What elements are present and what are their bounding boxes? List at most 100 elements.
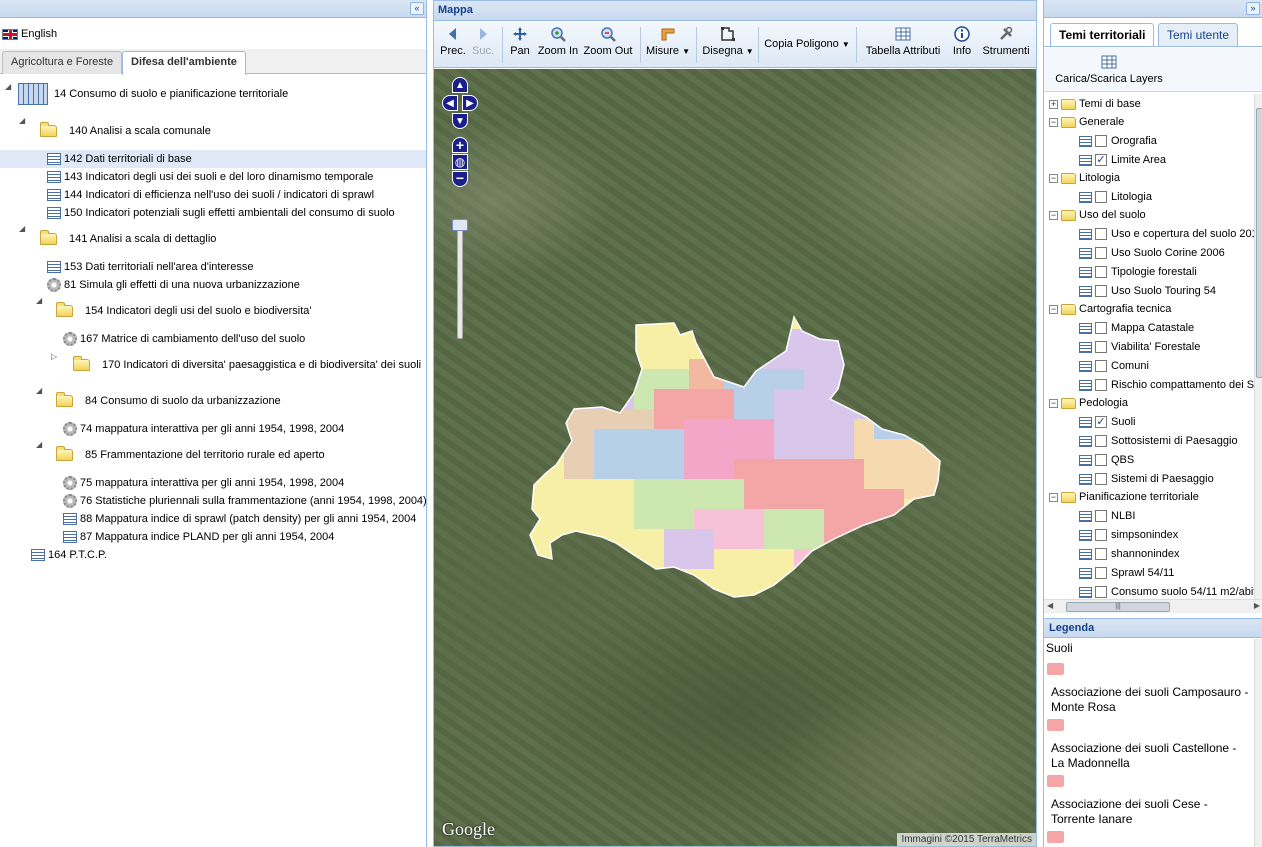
- load-layers-button[interactable]: Carica/Scarica Layers: [1050, 52, 1168, 94]
- pan-south-button[interactable]: ▼: [452, 113, 468, 129]
- layer-litologia[interactable]: Litologia: [1079, 188, 1152, 206]
- layer-checkbox[interactable]: [1095, 567, 1107, 579]
- scroll-left-icon[interactable]: ◀: [1047, 601, 1053, 610]
- layer-group-pedologia[interactable]: − Pedologia: [1049, 394, 1128, 412]
- layer-group-litologia[interactable]: − Litologia: [1049, 169, 1120, 187]
- layer-group-uso-del-suolo[interactable]: − Uso del suolo: [1049, 206, 1146, 224]
- zoom-out-button[interactable]: Zoom Out: [582, 24, 634, 66]
- tree-node-74[interactable]: 74 mappatura interattiva per gli anni 19…: [63, 420, 344, 438]
- pan-west-button[interactable]: ◀: [442, 95, 458, 111]
- expanded-arrow-icon[interactable]: ◢: [36, 296, 42, 305]
- tree-node-76[interactable]: 76 Statistiche pluriennali sulla frammen…: [63, 492, 427, 510]
- layer-nlbi[interactable]: NLBI: [1079, 507, 1135, 525]
- tree-node-164[interactable]: 164 P.T.C.P.: [31, 546, 107, 564]
- layer-comuni[interactable]: Comuni: [1079, 357, 1149, 375]
- layer-touring[interactable]: Uso Suolo Touring 54: [1079, 282, 1216, 300]
- layer-corine[interactable]: Uso Suolo Corine 2006: [1079, 244, 1225, 262]
- tree-node-85[interactable]: 85 Frammentazione del territorio rurale …: [56, 446, 325, 464]
- layer-checkbox[interactable]: [1095, 322, 1107, 334]
- layer-qbs[interactable]: QBS: [1079, 451, 1134, 469]
- layer-checkbox[interactable]: [1095, 228, 1107, 240]
- layer-mappa-catastale[interactable]: Mappa Catastale: [1079, 319, 1194, 337]
- tree-node-143[interactable]: 143 Indicatori degli usi dei suoli e del…: [47, 168, 373, 186]
- layer-checkbox[interactable]: [1095, 285, 1107, 297]
- collapse-icon[interactable]: −: [1049, 398, 1058, 408]
- layer-checkbox-checked[interactable]: ✓: [1095, 154, 1107, 166]
- scrollbar-thumb[interactable]: [1256, 108, 1262, 378]
- tree-node-167[interactable]: 167 Matrice di cambiamento dell'uso del …: [63, 330, 305, 348]
- tree-node-81[interactable]: 81 Simula gli effetti di una nuova urban…: [47, 276, 300, 294]
- previous-extent-button[interactable]: Prec.: [438, 24, 468, 66]
- tree-node-153[interactable]: 153 Dati territoriali nell'area d'intere…: [47, 258, 253, 276]
- legend-scrollbar[interactable]: [1254, 639, 1262, 847]
- language-selector[interactable]: English: [2, 26, 57, 42]
- expanded-arrow-icon[interactable]: ◢: [36, 440, 42, 449]
- tools-button[interactable]: Strumenti: [978, 24, 1034, 66]
- collapse-icon[interactable]: −: [1049, 117, 1058, 127]
- expanded-arrow-icon[interactable]: ◢: [19, 224, 25, 233]
- layer-sistemi[interactable]: Sistemi di Paesaggio: [1079, 470, 1214, 488]
- layer-group-temi-di-base[interactable]: + Temi di base: [1049, 95, 1141, 113]
- layer-tipologie-forestali[interactable]: Tipologie forestali: [1079, 263, 1197, 281]
- tree-node-88[interactable]: 88 Mappatura indice di sprawl (patch den…: [63, 510, 416, 528]
- tab-temi-territoriali[interactable]: Temi territoriali: [1050, 23, 1155, 46]
- tree-node-142[interactable]: 142 Dati territoriali di base: [0, 150, 426, 168]
- collapse-right-icon[interactable]: »: [1246, 2, 1260, 15]
- zoom-bar[interactable]: [457, 219, 463, 339]
- expand-icon[interactable]: +: [1049, 99, 1058, 109]
- tab-difesa-ambiente[interactable]: Difesa dell'ambiente: [122, 51, 246, 75]
- layer-checkbox[interactable]: [1095, 529, 1107, 541]
- layer-checkbox[interactable]: [1095, 135, 1107, 147]
- measure-button[interactable]: Misure ▼: [646, 24, 690, 66]
- tree-node-150[interactable]: 150 Indicatori potenziali sugli effetti …: [47, 204, 395, 222]
- layer-shannon[interactable]: shannonindex: [1079, 545, 1180, 563]
- layer-suoli[interactable]: ✓ Suoli: [1079, 413, 1135, 431]
- layer-checkbox-checked[interactable]: ✓: [1095, 416, 1107, 428]
- layer-sottosistemi[interactable]: Sottosistemi di Paesaggio: [1079, 432, 1238, 450]
- tree-node-154[interactable]: 154 Indicatori degli usi del suolo e bio…: [56, 302, 312, 320]
- layer-checkbox[interactable]: [1095, 548, 1107, 560]
- copy-polygon-button[interactable]: Copia Poligono ▼: [764, 24, 850, 66]
- pan-button[interactable]: Pan: [508, 24, 532, 66]
- next-extent-button[interactable]: Suc.: [470, 24, 496, 66]
- zoom-in-map-button[interactable]: +: [452, 137, 468, 153]
- tab-agricoltura-foreste[interactable]: Agricoltura e Foreste: [2, 51, 123, 74]
- draw-button[interactable]: Disegna ▼: [702, 24, 754, 66]
- map-canvas[interactable]: ▲ ◀ ▶ ▼ + ◍ − Google Immagini ©2015 Terr…: [434, 69, 1036, 846]
- tree-node-140[interactable]: 140 Analisi a scala comunale: [40, 122, 211, 140]
- layer-consumo[interactable]: Consumo suolo 54/11 m2/abita: [1079, 583, 1254, 599]
- pan-east-button[interactable]: ▶: [462, 95, 478, 111]
- layer-checkbox[interactable]: [1095, 360, 1107, 372]
- tree-node-84[interactable]: 84 Consumo di suolo da urbanizzazione: [56, 392, 281, 410]
- expanded-arrow-icon[interactable]: ◢: [36, 386, 42, 395]
- expanded-arrow-icon[interactable]: ◢: [5, 82, 11, 91]
- layer-checkbox[interactable]: [1095, 454, 1107, 466]
- layer-checkbox[interactable]: [1095, 191, 1107, 203]
- zoom-slider-handle[interactable]: [452, 219, 468, 231]
- collapsed-arrow-icon[interactable]: ▷: [51, 352, 57, 361]
- scroll-right-icon[interactable]: ▶: [1254, 601, 1260, 610]
- zoom-in-button[interactable]: Zoom In: [536, 24, 580, 66]
- expanded-arrow-icon[interactable]: ◢: [19, 116, 25, 125]
- tree-node-141[interactable]: 141 Analisi a scala di dettaglio: [40, 230, 216, 248]
- soil-map-layer[interactable]: [434, 69, 1036, 846]
- tree-node-170[interactable]: 170 Indicatori di diversita' paesaggisti…: [73, 356, 421, 374]
- tree-node-87[interactable]: 87 Mappatura indice PLAND per gli anni 1…: [63, 528, 334, 546]
- pan-north-button[interactable]: ▲: [452, 77, 468, 93]
- layer-checkbox[interactable]: [1095, 341, 1107, 353]
- scrollbar-thumb[interactable]: |||: [1066, 602, 1170, 612]
- layer-limite-area[interactable]: ✓ Limite Area: [1079, 151, 1166, 169]
- layer-checkbox[interactable]: [1095, 247, 1107, 259]
- tree-node-144[interactable]: 144 Indicatori di efficienza nell'uso de…: [47, 186, 374, 204]
- collapse-left-icon[interactable]: «: [410, 2, 424, 15]
- tree-node-75[interactable]: 75 mappatura interattiva per gli anni 19…: [63, 474, 344, 492]
- layer-sprawl[interactable]: Sprawl 54/11: [1079, 564, 1174, 582]
- collapse-icon[interactable]: −: [1049, 492, 1058, 502]
- layer-uso-copertura[interactable]: Uso e copertura del suolo 201: [1079, 225, 1254, 243]
- collapse-icon[interactable]: −: [1049, 304, 1058, 314]
- layer-rischio[interactable]: Rischio compattamento dei Su: [1079, 376, 1254, 394]
- tree-node-14[interactable]: 14 Consumo di suolo e pianificazione ter…: [18, 80, 288, 108]
- layer-tree-scrollbar[interactable]: [1254, 94, 1262, 599]
- zoom-out-map-button[interactable]: −: [452, 171, 468, 187]
- layer-checkbox[interactable]: [1095, 435, 1107, 447]
